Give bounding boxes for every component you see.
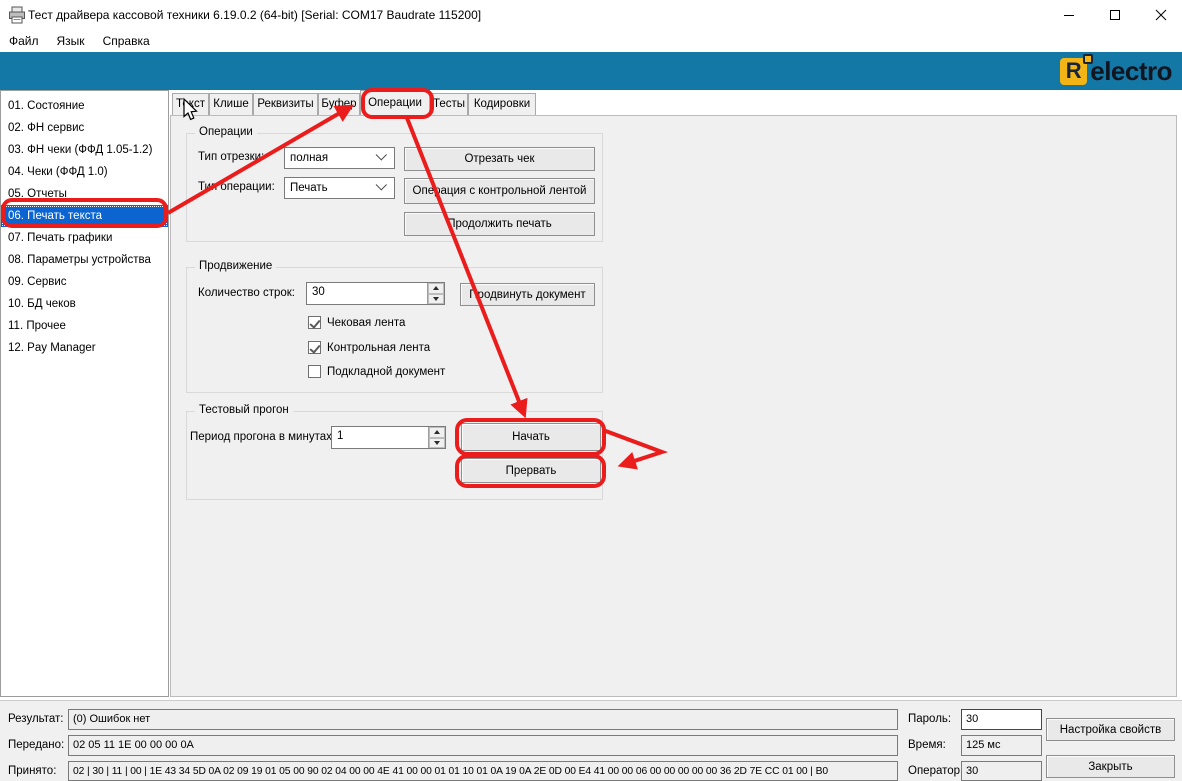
checkbox-row-1[interactable]: Чековая лента bbox=[308, 316, 405, 329]
category-list: 01. Состояние02. ФН сервис03. ФН чеки (Ф… bbox=[0, 90, 169, 697]
maximize-button[interactable] bbox=[1098, 2, 1132, 28]
cut-type-value: полная bbox=[285, 152, 378, 164]
op-type-combobox[interactable]: Печать bbox=[284, 177, 395, 199]
down-arrow-icon bbox=[433, 297, 439, 301]
password-label: Пароль: bbox=[908, 713, 951, 725]
line-count-label: Количество строк: bbox=[198, 287, 295, 299]
cut-type-label: Тип отрезки: bbox=[198, 151, 264, 163]
password-field[interactable]: 30 bbox=[961, 709, 1042, 730]
sidebar-item-2[interactable]: 02. ФН сервис bbox=[1, 117, 168, 139]
brand-logo: R electro bbox=[1060, 55, 1172, 87]
run-period-label: Период прогона в минутах: bbox=[190, 431, 335, 443]
minimize-button[interactable] bbox=[1052, 2, 1086, 28]
result-field[interactable]: (0) Ошибок нет bbox=[68, 709, 898, 730]
stepper-buttons[interactable] bbox=[427, 283, 444, 304]
up-arrow-icon bbox=[433, 286, 439, 290]
tab-1[interactable]: Текст bbox=[172, 93, 209, 115]
received-field[interactable]: 02 | 30 | 11 | 00 | 1E 43 34 5D 0A 02 09… bbox=[68, 761, 898, 781]
sent-label: Передано: bbox=[8, 739, 64, 751]
checkbox-row-3[interactable]: Подкладной документ bbox=[308, 365, 445, 378]
run-period-stepper[interactable]: 1 bbox=[331, 426, 446, 449]
cut-receipt-button[interactable]: Отрезать чек bbox=[404, 147, 595, 171]
sidebar-item-9[interactable]: 09. Сервис bbox=[1, 271, 168, 293]
title-bar: Тест драйвера кассовой техники 6.19.0.2 … bbox=[0, 0, 1182, 30]
checkbox-label: Контрольная лента bbox=[327, 342, 430, 354]
menu-2[interactable]: Язык bbox=[48, 32, 94, 50]
group-testrun-title: Тестовый прогон bbox=[195, 404, 293, 416]
start-button[interactable]: Начать bbox=[461, 423, 601, 451]
sidebar-item-10[interactable]: 10. БД чеков bbox=[1, 293, 168, 315]
menu-1[interactable]: Файл bbox=[0, 32, 48, 50]
checkbox-row-2[interactable]: Контрольная лента bbox=[308, 341, 430, 354]
run-period-value: 1 bbox=[332, 427, 428, 448]
cut-type-combobox[interactable]: полная bbox=[284, 147, 395, 169]
sidebar-item-8[interactable]: 08. Параметры устройства bbox=[1, 249, 168, 271]
sidebar-item-7[interactable]: 07. Печать графики bbox=[1, 227, 168, 249]
operator-label: Оператор: bbox=[908, 765, 963, 777]
checkbox-unchecked-icon[interactable] bbox=[308, 365, 321, 378]
tab-strip: ТекстКлишеРеквизитыБуферОперацииТестыКод… bbox=[172, 90, 1177, 115]
stepper-buttons[interactable] bbox=[428, 427, 445, 448]
printer-app-icon bbox=[8, 6, 26, 29]
brand-wordmark: electro bbox=[1090, 56, 1172, 87]
group-operations-title: Операции bbox=[195, 126, 257, 138]
advance-document-button[interactable]: Продвинуть документ bbox=[460, 283, 595, 306]
continue-print-button[interactable]: Продолжить печать bbox=[404, 212, 595, 236]
journal-operation-button[interactable]: Операция с контрольной лентой bbox=[404, 178, 595, 204]
properties-button[interactable]: Настройка свойств bbox=[1046, 718, 1175, 741]
sidebar-item-4[interactable]: 04. Чеки (ФФД 1.0) bbox=[1, 161, 168, 183]
brand-r-mark: R bbox=[1060, 58, 1087, 85]
line-count-stepper[interactable]: 30 bbox=[306, 282, 445, 305]
abort-button[interactable]: Прервать bbox=[461, 458, 601, 483]
brand-superscript-icon bbox=[1083, 54, 1093, 64]
line-count-value: 30 bbox=[307, 283, 427, 304]
tab-3[interactable]: Реквизиты bbox=[253, 93, 318, 115]
checkbox-checked-icon[interactable] bbox=[308, 341, 321, 354]
sidebar-item-11[interactable]: 11. Прочее bbox=[1, 315, 168, 337]
window-title: Тест драйвера кассовой техники 6.19.0.2 … bbox=[28, 8, 481, 22]
sidebar-item-12[interactable]: 12. Pay Manager bbox=[1, 337, 168, 359]
close-dialog-button[interactable]: Закрыть bbox=[1046, 755, 1175, 778]
tab-7[interactable]: Кодировки bbox=[468, 93, 536, 115]
down-arrow-icon bbox=[434, 441, 440, 445]
close-button[interactable] bbox=[1144, 2, 1178, 28]
brand-band: R electro bbox=[0, 52, 1182, 90]
tab-2[interactable]: Клише bbox=[209, 93, 253, 115]
tab-4[interactable]: Буфер bbox=[318, 93, 360, 115]
checkbox-label: Подкладной документ bbox=[327, 366, 445, 378]
time-label: Время: bbox=[908, 739, 946, 751]
sidebar-item-3[interactable]: 03. ФН чеки (ФФД 1.05-1.2) bbox=[1, 139, 168, 161]
tab-6[interactable]: Тесты bbox=[430, 93, 468, 115]
checkbox-checked-icon[interactable] bbox=[308, 316, 321, 329]
sidebar-item-6[interactable]: 06. Печать текста bbox=[1, 205, 168, 227]
menu-bar: ФайлЯзыкСправка bbox=[0, 30, 1182, 52]
up-arrow-icon bbox=[434, 430, 440, 434]
group-advance-title: Продвижение bbox=[195, 260, 276, 272]
sidebar-item-1[interactable]: 01. Состояние bbox=[1, 95, 168, 117]
operator-field[interactable]: 30 bbox=[961, 761, 1042, 781]
op-type-value: Печать bbox=[285, 182, 378, 194]
op-type-label: Тип операции: bbox=[198, 181, 275, 193]
sent-field[interactable]: 02 05 11 1E 00 00 00 0A bbox=[68, 735, 898, 756]
checkbox-label: Чековая лента bbox=[327, 317, 405, 329]
result-label: Результат: bbox=[8, 713, 64, 725]
tab-5[interactable]: Операции bbox=[360, 90, 430, 115]
sidebar-item-5[interactable]: 05. Отчеты bbox=[1, 183, 168, 205]
menu-3[interactable]: Справка bbox=[94, 32, 159, 50]
time-field[interactable]: 125 мс bbox=[961, 735, 1042, 756]
received-label: Принято: bbox=[8, 765, 56, 777]
